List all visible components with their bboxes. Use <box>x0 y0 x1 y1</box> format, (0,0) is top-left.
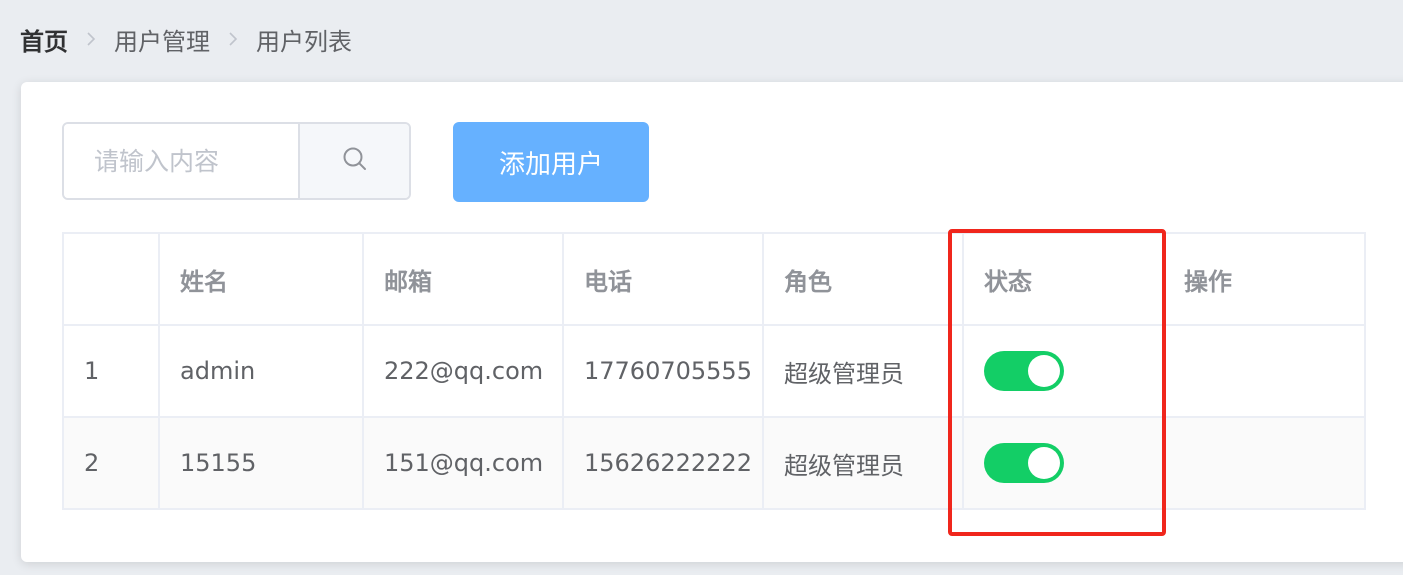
breadcrumb-user-list: 用户列表 <box>256 27 352 56</box>
cell-phone: 15626222222 <box>562 416 764 510</box>
header-status: 状态 <box>962 232 1164 326</box>
add-user-button[interactable]: 添加用户 <box>453 122 649 202</box>
cell-name: admin <box>158 324 364 418</box>
header-name: 姓名 <box>158 232 364 326</box>
table-row: 2 15155 151@qq.com 15626222222 超级管理员 <box>62 416 1366 510</box>
cell-role: 超级管理员 <box>762 416 964 510</box>
cell-status <box>962 324 1164 418</box>
search-group <box>62 122 411 200</box>
chevron-right-icon <box>68 31 114 47</box>
search-icon <box>342 146 368 176</box>
header-email: 邮箱 <box>362 232 564 326</box>
header-actions: 操作 <box>1162 232 1366 326</box>
table-header-row: 姓名 邮箱 电话 角色 状态 操作 <box>62 232 1366 326</box>
user-table: 姓名 邮箱 电话 角色 状态 操作 1 admin 222@qq.com 177… <box>62 232 1366 510</box>
search-input[interactable] <box>64 124 298 198</box>
status-switch[interactable] <box>984 443 1064 483</box>
cell-email: 151@qq.com <box>362 416 564 510</box>
cell-phone: 17760705555 <box>562 324 764 418</box>
breadcrumb-home[interactable]: 首页 <box>20 22 68 57</box>
breadcrumb: 首页 用户管理 用户列表 <box>20 22 352 56</box>
table-row: 1 admin 222@qq.com 17760705555 超级管理员 <box>62 324 1366 418</box>
status-switch[interactable] <box>984 351 1064 391</box>
cell-role: 超级管理员 <box>762 324 964 418</box>
cell-actions <box>1162 324 1366 418</box>
breadcrumb-user-management[interactable]: 用户管理 <box>114 22 210 57</box>
cell-name: 15155 <box>158 416 364 510</box>
user-list-card: 添加用户 姓名 邮箱 电话 角色 状态 操作 1 admin 222@qq.co… <box>21 82 1403 562</box>
cell-actions <box>1162 416 1366 510</box>
header-role: 角色 <box>762 232 964 326</box>
search-button[interactable] <box>298 124 409 198</box>
header-phone: 电话 <box>562 232 764 326</box>
header-index <box>62 232 160 326</box>
cell-status <box>962 416 1164 510</box>
cell-index: 1 <box>62 324 160 418</box>
cell-email: 222@qq.com <box>362 324 564 418</box>
cell-index: 2 <box>62 416 160 510</box>
chevron-right-icon <box>210 31 256 47</box>
